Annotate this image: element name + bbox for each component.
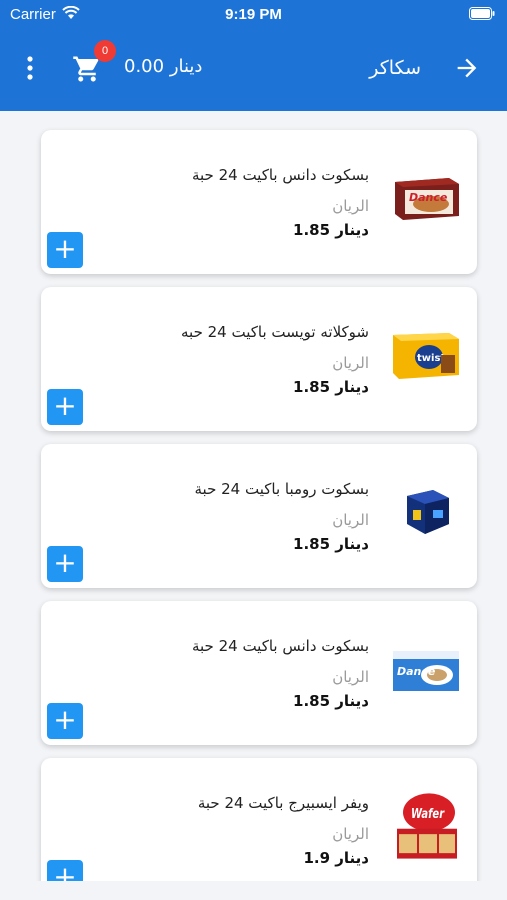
add-to-cart-button[interactable]: + (47, 389, 83, 425)
product-name: شوكلاته تويست باكيت 24 حبه (181, 323, 369, 341)
more-vert-icon[interactable] (18, 54, 42, 82)
product-name: بسكوت دانس باكيت 24 حبة (191, 166, 369, 184)
product-name: بسكوت دانس باكيت 24 حبة (191, 637, 369, 655)
product-name: ويفر ايسبيرج باكيت 24 حبة (197, 794, 369, 812)
product-price: 1.9 دينار (303, 849, 369, 867)
battery-icon (469, 7, 495, 20)
add-to-cart-button[interactable]: + (47, 703, 83, 739)
product-price: 1.85 دينار (293, 535, 369, 553)
status-time: 9:19 PM (225, 6, 282, 23)
product-brand: الريان (332, 511, 369, 529)
app-header: Carrier 9:19 PM 0 0.00 دينار سكاكر (0, 0, 507, 111)
product-price: 1.85 دينار (293, 221, 369, 239)
product-name: بسكوت رومبا باكيت 24 حبة (194, 480, 369, 498)
add-to-cart-button[interactable]: + (47, 546, 83, 582)
arrow-forward-icon[interactable] (453, 54, 481, 82)
bottom-safe-area (0, 881, 507, 900)
product-brand: الريان (332, 197, 369, 215)
add-to-cart-button[interactable]: + (47, 232, 83, 268)
rumba-biscuit-box-image (407, 490, 449, 534)
product-brand: الريان (332, 825, 369, 843)
page-title: سكاكر (369, 57, 421, 79)
dance-milk-biscuit-box-image: Dance (393, 651, 459, 691)
svg-text:Dance: Dance (397, 665, 436, 678)
cart-total: 0.00 دينار (124, 56, 203, 77)
add-to-cart-button[interactable]: + (47, 860, 83, 881)
product-card[interactable]: Dance بسكوت دانس باكيت 24 حبة الريان 1.8… (41, 601, 477, 745)
product-price: 1.85 دينار (293, 378, 369, 396)
product-list[interactable]: Dance بسكوت دانس باكيت 24 حبة الريان 1.8… (0, 111, 507, 881)
status-bar: Carrier 9:19 PM (0, 0, 507, 28)
twist-chocolate-box-image: twist (393, 333, 459, 379)
svg-text:Dance: Dance (409, 191, 448, 204)
product-card[interactable]: Dance بسكوت دانس باكيت 24 حبة الريان 1.8… (41, 130, 477, 274)
product-price: 1.85 دينار (293, 692, 369, 710)
cart-button[interactable]: 0 (72, 40, 116, 86)
product-card[interactable]: بسكوت رومبا باكيت 24 حبة الريان 1.85 دين… (41, 444, 477, 588)
wafer-box-image: Wafer (397, 793, 457, 859)
product-brand: الريان (332, 354, 369, 372)
product-card[interactable]: twist شوكلاته تويست باكيت 24 حبه الريان … (41, 287, 477, 431)
product-card[interactable]: Wafer ويفر ايسبيرج باكيت 24 حبة الريان 1… (41, 758, 477, 881)
product-brand: الريان (332, 668, 369, 686)
dance-biscuit-box-image: Dance (395, 178, 459, 220)
svg-text:Wafer: Wafer (411, 805, 445, 821)
cart-count-badge: 0 (94, 40, 116, 62)
